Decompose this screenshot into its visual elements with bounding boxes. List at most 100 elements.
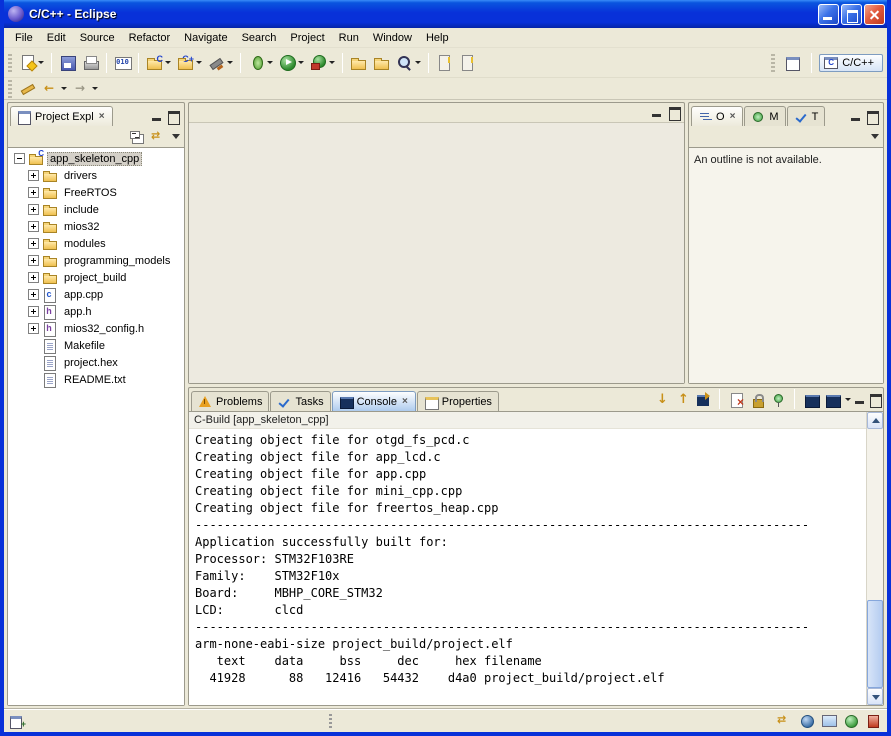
open-type-button[interactable]	[347, 51, 370, 75]
toolbar-grip[interactable]	[8, 54, 12, 72]
tab-tasks[interactable]: Tasks	[270, 391, 330, 411]
close-tab-icon[interactable]: ×	[401, 396, 409, 407]
debug-button[interactable]	[245, 51, 276, 75]
expand-toggle[interactable]	[28, 255, 39, 266]
close-tab-icon[interactable]: ×	[729, 111, 737, 122]
open-perspective-button[interactable]	[782, 52, 804, 74]
blue-globe-icon[interactable]	[799, 713, 815, 728]
new-cpp-class-button[interactable]	[174, 51, 205, 75]
expand-toggle[interactable]	[28, 221, 39, 232]
tree-item[interactable]: include	[8, 201, 184, 218]
tree-item[interactable]: modules	[8, 235, 184, 252]
tree-item[interactable]: mios32	[8, 218, 184, 235]
search-button[interactable]	[393, 51, 424, 75]
minimize-view-icon[interactable]	[651, 107, 663, 118]
tab-problems[interactable]: Problems	[191, 391, 269, 411]
expand-toggle[interactable]	[14, 153, 25, 164]
menu-edit[interactable]: Edit	[40, 30, 73, 46]
red-flag-icon[interactable]	[865, 713, 881, 728]
toggle-block-selection-button[interactable]	[456, 51, 479, 75]
next-annotation-icon[interactable]	[652, 391, 670, 408]
build-all-button[interactable]	[111, 51, 134, 75]
view-menu-icon[interactable]	[172, 134, 180, 139]
tree-item[interactable]: mios32_config.h	[8, 320, 184, 337]
run-button[interactable]	[276, 51, 307, 75]
tree-item[interactable]: programming_models	[8, 252, 184, 269]
menu-file[interactable]: File	[8, 30, 40, 46]
scroll-lock-icon[interactable]	[748, 391, 766, 408]
link-with-editor-icon[interactable]	[150, 129, 166, 145]
scrollbar-track[interactable]	[867, 429, 883, 688]
toolbar-grip[interactable]	[8, 80, 12, 98]
toggle-mark-occurrences-button[interactable]	[433, 51, 456, 75]
maximize-view-icon[interactable]	[869, 394, 881, 405]
display-selected-console-icon[interactable]	[802, 391, 820, 408]
maximize-view-icon[interactable]	[668, 107, 680, 118]
perspective-bar-grip[interactable]	[771, 54, 775, 72]
scroll-down-button[interactable]	[867, 688, 883, 705]
tree-item[interactable]: project.hex	[8, 354, 184, 371]
open-console-icon[interactable]	[823, 391, 841, 408]
new-wizard-button[interactable]	[16, 51, 47, 75]
expand-toggle[interactable]	[28, 187, 39, 198]
maximize-view-icon[interactable]	[167, 111, 179, 122]
perspective-cpp-button[interactable]: C/C++	[819, 54, 883, 72]
external-tools-button[interactable]	[307, 51, 338, 75]
close-button[interactable]	[864, 4, 885, 25]
expand-toggle[interactable]	[28, 170, 39, 181]
close-tab-icon[interactable]: ×	[98, 111, 106, 122]
tree-item[interactable]: app.h	[8, 303, 184, 320]
tree-item[interactable]: Makefile	[8, 337, 184, 354]
menu-help[interactable]: Help	[419, 30, 456, 46]
menu-refactor[interactable]: Refactor	[122, 30, 178, 46]
clear-console-icon[interactable]	[727, 391, 745, 408]
gold-arrows-icon[interactable]	[777, 713, 793, 728]
new-c-project-button[interactable]	[143, 51, 174, 75]
tree-item[interactable]: app_skeleton_cpp	[8, 150, 184, 167]
restore-button[interactable]	[841, 4, 862, 25]
expand-toggle[interactable]	[28, 323, 39, 334]
collapse-all-icon[interactable]	[128, 129, 144, 145]
scroll-up-button[interactable]	[867, 412, 883, 429]
tree-item[interactable]: project_build	[8, 269, 184, 286]
back-button[interactable]	[39, 77, 70, 101]
minimize-view-icon[interactable]	[854, 394, 866, 405]
tab-tasks[interactable]: T	[787, 106, 826, 126]
menu-source[interactable]: Source	[73, 30, 122, 46]
menu-search[interactable]: Search	[235, 30, 284, 46]
save-button[interactable]	[56, 51, 79, 75]
expand-toggle[interactable]	[28, 238, 39, 249]
tab-outline[interactable]: O ×	[691, 106, 743, 126]
project-tree[interactable]: app_skeleton_cpp drivers FreeRTOS	[8, 147, 184, 705]
dropdown-arrow-icon[interactable]	[845, 398, 851, 401]
expand-toggle[interactable]	[28, 289, 39, 300]
scrollbar-thumb[interactable]	[867, 600, 883, 688]
menu-navigate[interactable]: Navigate	[177, 30, 234, 46]
expand-toggle[interactable]	[28, 272, 39, 283]
minimize-button[interactable]	[818, 4, 839, 25]
open-resource-button[interactable]	[370, 51, 393, 75]
tree-item[interactable]: app.cpp	[8, 286, 184, 303]
tab-make-targets[interactable]: M	[744, 106, 785, 126]
menu-window[interactable]: Window	[366, 30, 419, 46]
green-sync-icon[interactable]	[843, 713, 859, 728]
show-console-on-output-icon[interactable]	[694, 391, 712, 408]
expand-toggle[interactable]	[28, 204, 39, 215]
maximize-view-icon[interactable]	[866, 111, 878, 122]
image-icon[interactable]	[821, 713, 837, 728]
console-output-area[interactable]: C-Build [app_skeleton_cpp] Creating obje…	[189, 411, 883, 705]
minimize-view-icon[interactable]	[850, 111, 862, 122]
tree-item[interactable]: drivers	[8, 167, 184, 184]
tab-properties[interactable]: Properties	[417, 391, 499, 411]
fast-view-icon[interactable]	[10, 714, 26, 728]
menu-project[interactable]: Project	[283, 30, 331, 46]
pin-console-icon[interactable]	[769, 391, 787, 408]
tree-item[interactable]: FreeRTOS	[8, 184, 184, 201]
print-button[interactable]	[79, 51, 102, 75]
menu-run[interactable]: Run	[332, 30, 366, 46]
tab-project-explorer[interactable]: Project Expl ×	[10, 106, 113, 126]
last-edit-location-button[interactable]	[16, 77, 39, 101]
make-target-button[interactable]	[205, 51, 236, 75]
previous-annotation-icon[interactable]	[673, 391, 691, 408]
console-scrollbar[interactable]	[866, 412, 883, 705]
